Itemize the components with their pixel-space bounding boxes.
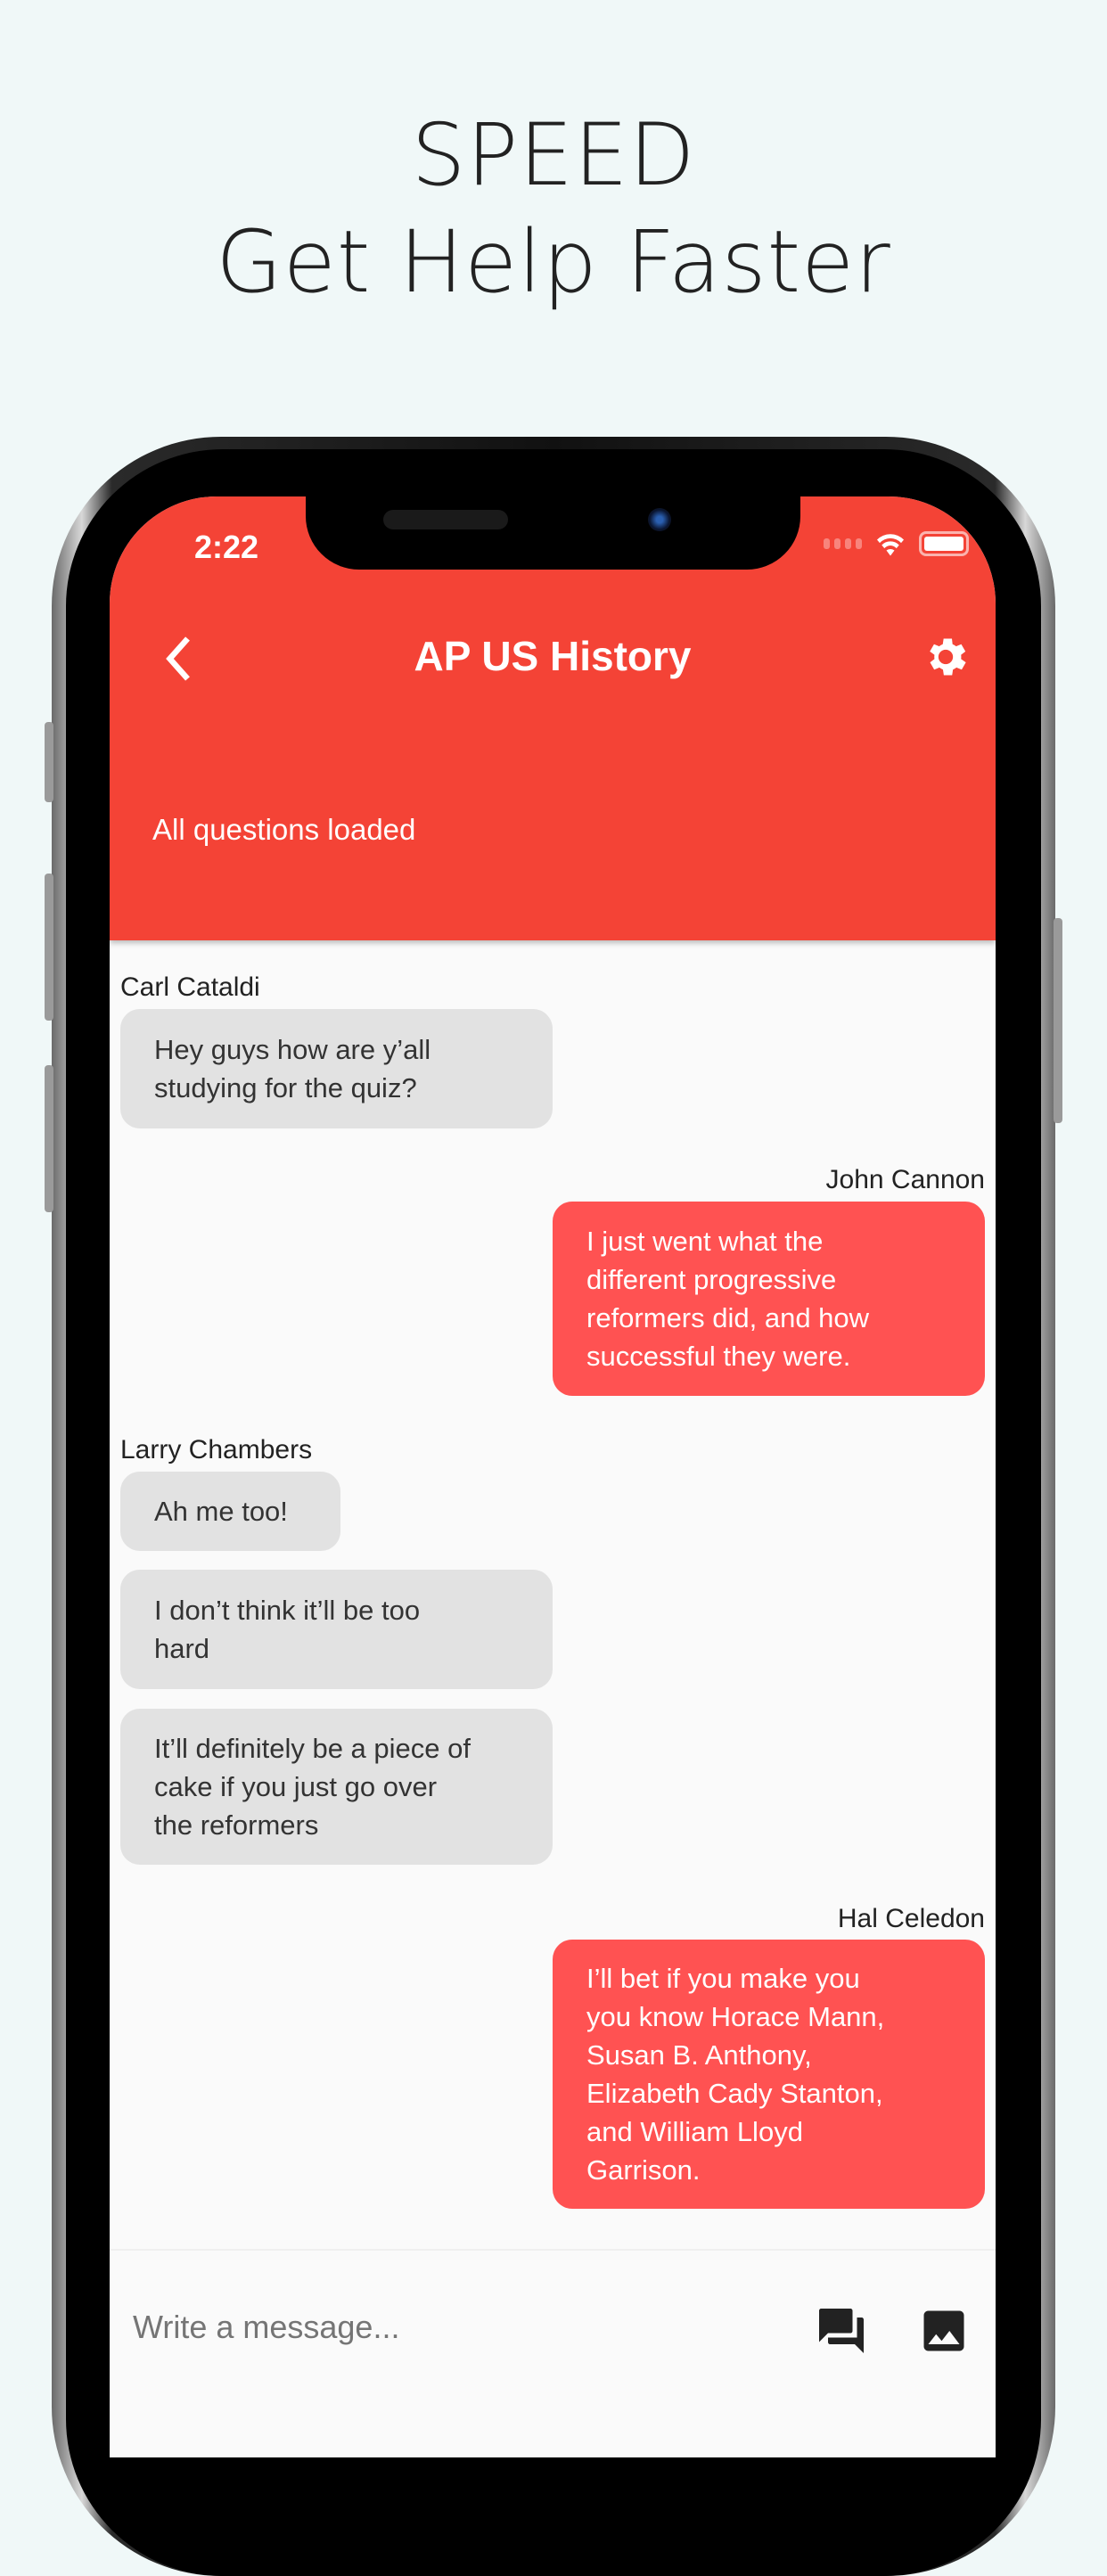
sender-name: John Cannon	[825, 1165, 985, 1194]
message-line: the reformers	[154, 1809, 319, 1841]
message-line: you know Horace Mann,	[586, 2001, 885, 2032]
message-line: reformers did, and how	[586, 1302, 870, 1333]
forum-icon[interactable]	[815, 2304, 868, 2358]
message-bubble: Hey guys how are y’all studying for the q…	[120, 1009, 553, 1128]
volume-down-button	[45, 1065, 53, 1212]
message-line: successful they were.	[586, 1341, 851, 1372]
message-line: different progressive	[586, 1264, 837, 1295]
sender-name: Hal Celedon	[837, 1904, 985, 1933]
power-button	[1054, 918, 1062, 1123]
wifi-icon	[877, 534, 904, 556]
mute-switch	[45, 722, 53, 802]
app-screen: 2:22 AP US History All questions loaded …	[110, 496, 996, 2457]
message-line: Ah me too!	[154, 1496, 288, 1527]
signal-icon	[824, 538, 862, 549]
message-line: studying for the quiz?	[154, 1072, 417, 1103]
message-line: hard	[154, 1633, 210, 1664]
message-line: It’ll definitely be a piece of	[154, 1733, 471, 1764]
front-camera	[648, 508, 671, 531]
earpiece-speaker	[383, 510, 508, 529]
message-bubble: I just went what the different progressiv…	[553, 1202, 985, 1396]
message-bubble: Ah me too!	[120, 1472, 340, 1551]
load-status: All questions loaded	[152, 813, 416, 846]
app-header: 2:22 AP US History All questions loaded	[110, 496, 996, 940]
message-composer	[110, 2249, 996, 2457]
message-line: I’ll bet if you make you	[586, 1963, 860, 1994]
promo-headline: SPEED	[411, 105, 696, 205]
notch	[306, 496, 800, 570]
settings-gear-icon[interactable]	[921, 632, 971, 682]
message-line: Elizabeth Cady Stanton,	[586, 2078, 883, 2109]
message-line: Garrison.	[586, 2154, 701, 2186]
message-line: Susan B. Anthony,	[586, 2039, 812, 2071]
message-bubble: It’ll definitely be a piece of cake if yo…	[120, 1709, 553, 1865]
image-icon[interactable]	[917, 2304, 971, 2358]
promo-subheadline: Get Help Faster	[216, 212, 891, 312]
sender-name: Larry Chambers	[120, 1435, 313, 1464]
message-line: I don’t think it’ll be too	[154, 1595, 421, 1626]
message-input[interactable]	[133, 2309, 757, 2346]
status-time: 2:22	[194, 529, 259, 565]
message-line: Hey guys how are y’all	[154, 1034, 431, 1065]
message-line: I just went what the	[586, 1226, 824, 1257]
page-title: AP US History	[414, 633, 692, 679]
message-bubble: I’ll bet if you make you you know Horace …	[553, 1940, 985, 2209]
message-line: cake if you just go over	[154, 1771, 438, 1802]
volume-up-button	[45, 874, 53, 1021]
battery-icon	[919, 531, 969, 556]
message-bubble: I don’t think it’ll be too hard	[120, 1570, 553, 1689]
status-icons	[824, 530, 969, 557]
sender-name: Carl Cataldi	[120, 972, 260, 1002]
message-line: and William Lloyd	[586, 2116, 803, 2147]
